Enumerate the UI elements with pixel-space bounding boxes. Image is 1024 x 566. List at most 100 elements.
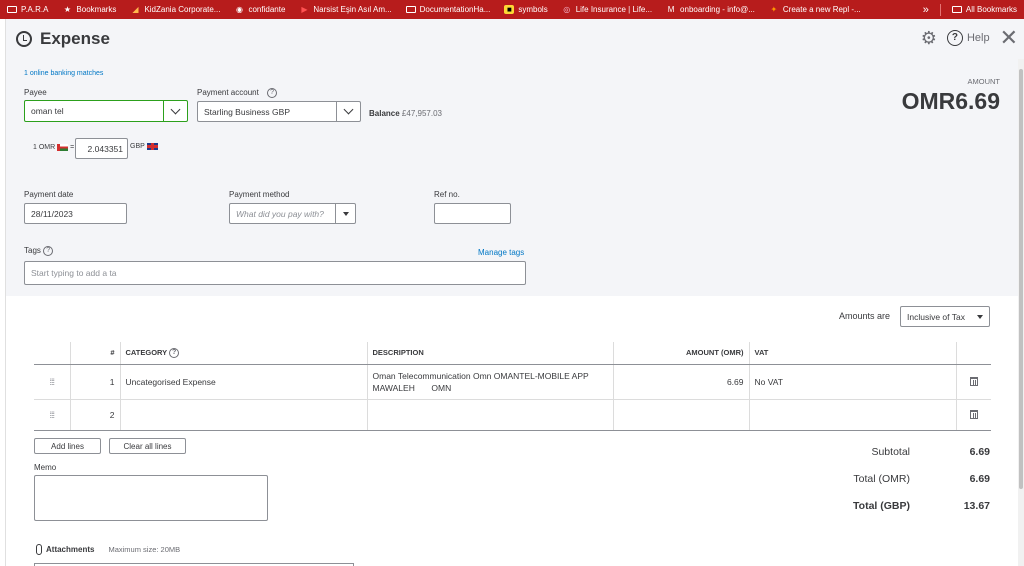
- chevron-down-icon: [343, 104, 354, 115]
- payment-account-field[interactable]: Starling Business GBP: [197, 101, 361, 122]
- bookmark-narsist[interactable]: ▶ Narsist Eşin Asıl Am...: [292, 0, 398, 19]
- row-number: 2: [70, 399, 121, 431]
- delete-row-button[interactable]: [956, 364, 991, 400]
- drag-handle-icon[interactable]: ⁞⁞⁞: [34, 399, 71, 431]
- tags-label-wrap: Tags ?: [24, 246, 54, 256]
- caret-down-icon: [977, 314, 983, 319]
- all-bookmarks-button[interactable]: All Bookmarks: [945, 0, 1024, 19]
- folder-icon: [405, 6, 416, 13]
- column-header-vat: VAT: [749, 342, 957, 365]
- help-icon[interactable]: ?: [267, 88, 278, 98]
- row-vat[interactable]: [749, 399, 957, 431]
- trash-icon: [969, 377, 978, 386]
- payee-field[interactable]: oman tel: [24, 100, 188, 122]
- payment-method-label: Payment method: [229, 190, 290, 199]
- exchange-rate-input[interactable]: 2.043351: [75, 138, 128, 159]
- subtotal-value: 6.69: [969, 445, 990, 458]
- tax-mode-select[interactable]: Inclusive of Tax: [900, 306, 990, 327]
- bookmark-label: symbols: [518, 5, 548, 14]
- scrollbar[interactable]: [1018, 59, 1024, 566]
- category-header-label: CATEGORY: [125, 347, 168, 357]
- star-icon: ★: [63, 5, 71, 14]
- row-amount[interactable]: 6.69: [613, 364, 750, 400]
- close-icon[interactable]: ✕: [1000, 27, 1018, 49]
- help-label[interactable]: Help: [967, 32, 990, 44]
- subtotal-label: Subtotal: [871, 445, 910, 458]
- bookmark-label: DocumentationHa...: [419, 5, 491, 14]
- recent-transactions-icon[interactable]: [16, 31, 32, 47]
- bookmark-confidante[interactable]: ◉ confidante: [227, 0, 292, 19]
- attachments-header: Attachments Maximum size: 20MB: [36, 544, 180, 555]
- payee-label: Payee: [24, 88, 47, 97]
- tax-mode-dropdown-button[interactable]: [971, 307, 989, 326]
- bookmark-label: Life Insurance | Life...: [575, 5, 653, 14]
- paperclip-icon: [36, 544, 42, 555]
- total-omr-label: Total (OMR): [853, 472, 910, 485]
- bookmark-life-insurance[interactable]: ◎ Life Insurance | Life...: [555, 0, 659, 19]
- payment-account-value: Starling Business GBP: [204, 106, 290, 117]
- payment-account-label: Payment account: [197, 88, 259, 98]
- tags-input[interactable]: Start typing to add a ta: [24, 261, 526, 285]
- payment-method-placeholder: What did you pay with?: [236, 208, 324, 219]
- payment-method-dropdown-button[interactable]: [335, 204, 355, 223]
- bookmark-symbols[interactable]: ■ symbols: [497, 0, 554, 19]
- exchange-rate-right: GBP: [130, 143, 158, 150]
- clear-all-lines-button[interactable]: Clear all lines: [109, 438, 186, 454]
- column-header-description: DESCRIPTION: [367, 342, 614, 365]
- attachments-max-size: Maximum size: 20MB: [108, 545, 181, 554]
- memo-input[interactable]: [34, 475, 268, 521]
- table-row[interactable]: ⁞⁞⁞ 1 Uncategorised Expense Oman Telecom…: [34, 364, 991, 400]
- bookmark-label: P.A.R.A: [21, 5, 49, 14]
- payment-method-field[interactable]: What did you pay with?: [229, 203, 356, 224]
- help-icon[interactable]: ?: [43, 246, 54, 256]
- line-items-table: # CATEGORY ? DESCRIPTION AMOUNT (OMR) VA…: [34, 342, 991, 431]
- bookmark-documentation[interactable]: DocumentationHa...: [399, 0, 498, 19]
- folder-icon: [951, 6, 962, 13]
- gmail-icon: M: [667, 5, 675, 14]
- total-omr-row: Total (OMR) 6.69: [770, 465, 990, 492]
- row-description[interactable]: Oman Telecommunication Omn OMANTEL-MOBIL…: [367, 364, 614, 400]
- help-icon[interactable]: ?: [946, 30, 963, 46]
- amounts-are-label: Amounts are: [838, 311, 890, 321]
- balance-value: £47,957.03: [401, 109, 442, 118]
- help-icon[interactable]: ?: [169, 347, 180, 358]
- row-category[interactable]: Uncategorised Expense: [120, 364, 368, 400]
- balance: Balance £47,957.03: [369, 109, 442, 118]
- subtotal-row: Subtotal 6.69: [770, 438, 990, 465]
- bookmark-kidzania[interactable]: ◢ KidZania Corporate...: [123, 0, 227, 19]
- banking-matches-link[interactable]: 1 online banking matches: [24, 70, 103, 77]
- drag-handle-icon[interactable]: ⁞⁞⁞: [34, 364, 71, 400]
- header: Expense ⚙ ? Help ✕: [6, 19, 1024, 59]
- bookmark-bookmarks[interactable]: ★ Bookmarks: [55, 0, 123, 19]
- add-lines-button[interactable]: Add lines: [34, 438, 101, 454]
- scrollbar-thumb[interactable]: [1019, 69, 1023, 489]
- tax-mode-value: Inclusive of Tax: [907, 311, 965, 322]
- chevron-down-icon: [170, 104, 181, 114]
- payment-date-label: Payment date: [24, 190, 74, 199]
- total-gbp-label: Total (GBP): [853, 499, 910, 512]
- tags-label: Tags: [24, 246, 41, 256]
- divider: [939, 3, 941, 16]
- balance-label: Balance: [369, 109, 400, 118]
- gear-icon[interactable]: ⚙: [921, 29, 937, 47]
- bookmark-para[interactable]: P.A.R.A: [0, 0, 55, 19]
- delete-row-button[interactable]: [956, 399, 991, 431]
- ref-no-label: Ref no.: [434, 190, 460, 199]
- bookmark-replit[interactable]: ✦ Create a new Repl -...: [762, 0, 868, 19]
- row-description[interactable]: [367, 399, 614, 431]
- ref-no-field[interactable]: [434, 203, 511, 224]
- table-row[interactable]: ⁞⁞⁞ 2: [34, 399, 991, 431]
- bookmarks-overflow-button[interactable]: »: [916, 0, 936, 19]
- manage-tags-link[interactable]: Manage tags: [478, 248, 524, 257]
- payment-account-dropdown-button[interactable]: [336, 102, 360, 121]
- row-number: 1: [70, 364, 121, 400]
- payment-date-field[interactable]: 28/11/2023: [24, 203, 127, 224]
- payee-dropdown-button[interactable]: [163, 101, 187, 121]
- bookmark-onboarding[interactable]: Monboarding - info@...: [659, 0, 762, 19]
- row-vat[interactable]: No VAT: [749, 364, 957, 400]
- row-category[interactable]: [120, 399, 368, 431]
- table-header-row: # CATEGORY ? DESCRIPTION AMOUNT (OMR) VA…: [34, 342, 991, 365]
- row-amount[interactable]: [613, 399, 750, 431]
- payee-value: oman tel: [31, 106, 64, 116]
- chevron-double-right-icon: »: [922, 3, 929, 16]
